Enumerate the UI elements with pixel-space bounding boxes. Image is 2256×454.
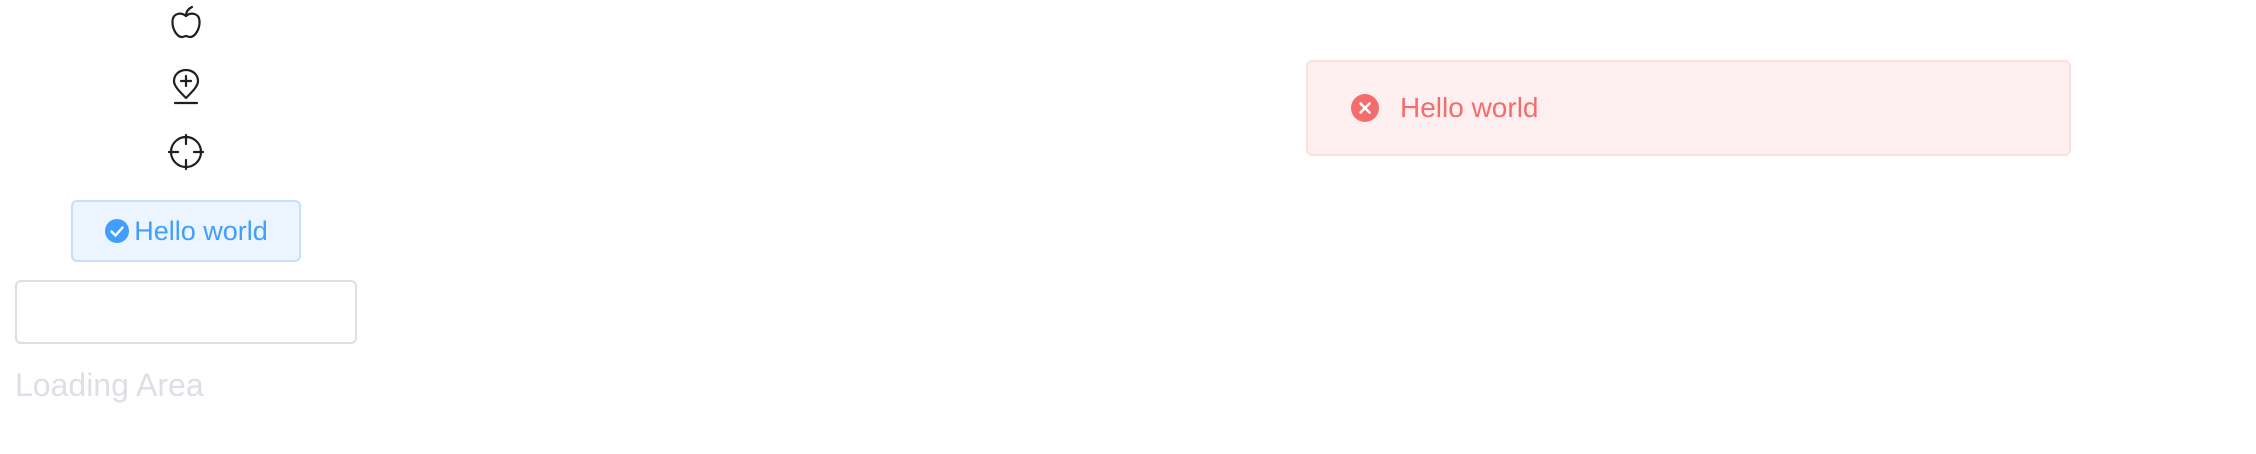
tag-label: Hello world	[134, 215, 268, 246]
aim-icon	[167, 133, 205, 171]
page: Hello world Loading Area Hello world	[0, 0, 2256, 454]
alert-title: Hello world	[1400, 92, 1539, 123]
location-add-icon	[167, 68, 205, 106]
success-filled-icon	[104, 218, 130, 244]
circle-close-filled-icon	[1350, 93, 1400, 123]
success-tag: Hello world	[71, 200, 301, 262]
loading-area: Loading Area	[15, 367, 204, 403]
text-input[interactable]	[15, 280, 357, 344]
error-alert: Hello world	[1306, 60, 2071, 156]
apple-icon	[167, 4, 205, 42]
